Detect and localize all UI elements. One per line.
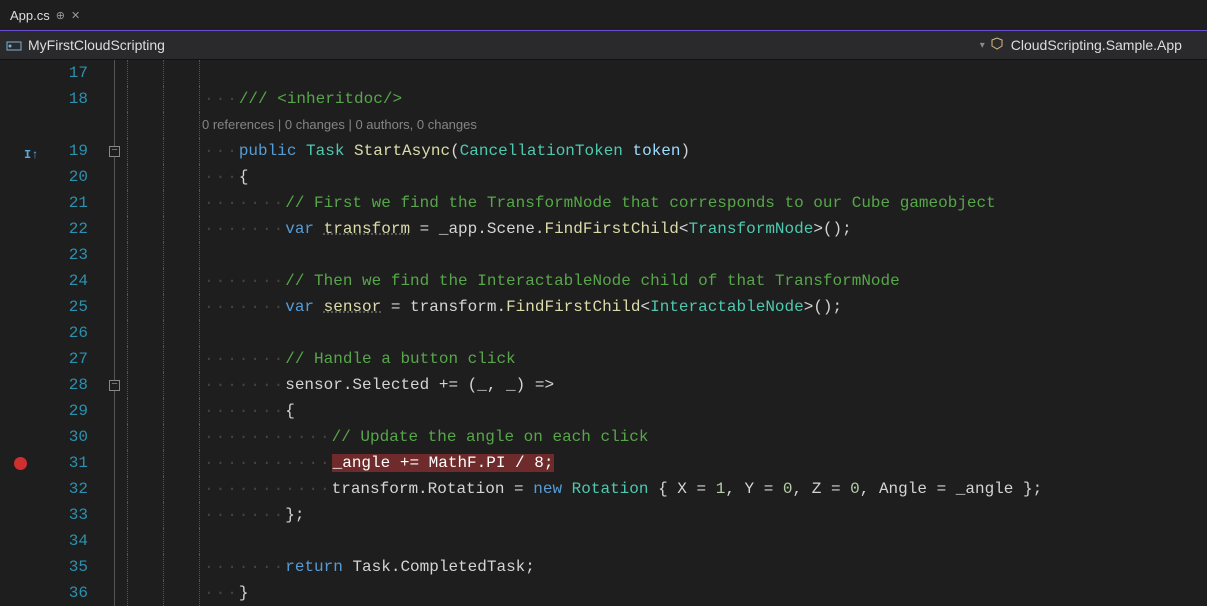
codelens-row[interactable]: 0 references | 0 changes | 0 authors, 0 … (0, 112, 1207, 138)
code-line[interactable]: 36 ···} (0, 580, 1207, 606)
class-icon (989, 37, 1005, 53)
code-line[interactable]: 18 ···/// <inheritdoc/> (0, 86, 1207, 112)
line-number: 21 (44, 190, 106, 216)
line-number: 34 (44, 528, 106, 554)
pin-icon[interactable]: ⊕ (56, 9, 65, 22)
codelens-text[interactable]: 0 references | 0 changes | 0 authors, 0 … (200, 112, 477, 138)
code-line[interactable]: 23 (0, 242, 1207, 268)
line-number: 17 (44, 60, 106, 86)
line-number: 32 (44, 476, 106, 502)
line-number: 27 (44, 346, 106, 372)
line-number: 29 (44, 398, 106, 424)
code-line[interactable]: 34 (0, 528, 1207, 554)
code-line[interactable]: 22 ·······var transform = _app.Scene.Fin… (0, 216, 1207, 242)
fold-toggle-icon[interactable]: − (109, 380, 120, 391)
code-line[interactable]: 21 ·······// First we find the Transform… (0, 190, 1207, 216)
tab-filename: App.cs (10, 8, 50, 23)
code-line[interactable]: 24 ·······// Then we find the Interactab… (0, 268, 1207, 294)
code-line[interactable]: 27 ·······// Handle a button click (0, 346, 1207, 372)
code-line[interactable]: 25 ·······var sensor = transform.FindFir… (0, 294, 1207, 320)
line-number: 25 (44, 294, 106, 320)
line-number: 23 (44, 242, 106, 268)
line-number: 30 (44, 424, 106, 450)
line-number: 31 (44, 450, 106, 476)
code-line[interactable]: 20 ···{ (0, 164, 1207, 190)
breakpoint-highlight: _angle += MathF.PI / 8; (332, 454, 555, 472)
line-number: 35 (44, 554, 106, 580)
line-number: 19 (44, 138, 106, 164)
code-line[interactable]: 33 ·······}; (0, 502, 1207, 528)
line-number: 22 (44, 216, 106, 242)
code-line[interactable]: 26 (0, 320, 1207, 346)
close-icon[interactable]: ✕ (71, 9, 80, 22)
namespace-icon (6, 37, 22, 53)
line-number: 18 (44, 86, 106, 112)
line-number: 36 (44, 580, 106, 606)
code-nav-bar: MyFirstCloudScripting ▾ CloudScripting.S… (0, 30, 1207, 60)
line-number: 24 (44, 268, 106, 294)
chevron-down-icon[interactable]: ▾ (976, 40, 989, 51)
code-line[interactable]: 30 ···········// Update the angle on eac… (0, 424, 1207, 450)
fold-toggle-icon[interactable]: − (109, 146, 120, 157)
tab-app-cs[interactable]: App.cs ⊕ ✕ (0, 0, 90, 30)
code-line[interactable]: 29 ·······{ (0, 398, 1207, 424)
code-line[interactable]: 35 ·······return Task.CompletedTask; (0, 554, 1207, 580)
tab-strip: App.cs ⊕ ✕ (0, 0, 1207, 30)
class-dropdown[interactable]: CloudScripting.Sample.App (1011, 37, 1182, 53)
breakpoint-icon[interactable] (14, 457, 27, 470)
line-number: 26 (44, 320, 106, 346)
line-number: 33 (44, 502, 106, 528)
code-line[interactable]: 28 − ·······sensor.Selected += (_, _) => (0, 372, 1207, 398)
code-line[interactable]: I↑ 19 − ···public Task StartAsync(Cancel… (0, 138, 1207, 164)
namespace-dropdown[interactable]: MyFirstCloudScripting (28, 37, 165, 53)
line-number: 28 (44, 372, 106, 398)
code-editor[interactable]: 17 18 ···/// <inheritdoc/> 0 references … (0, 60, 1207, 602)
line-number: 20 (44, 164, 106, 190)
code-line[interactable]: 32 ···········transform.Rotation = new R… (0, 476, 1207, 502)
code-line[interactable]: 31 ···········_angle += MathF.PI / 8; (0, 450, 1207, 476)
code-line[interactable]: 17 (0, 60, 1207, 86)
